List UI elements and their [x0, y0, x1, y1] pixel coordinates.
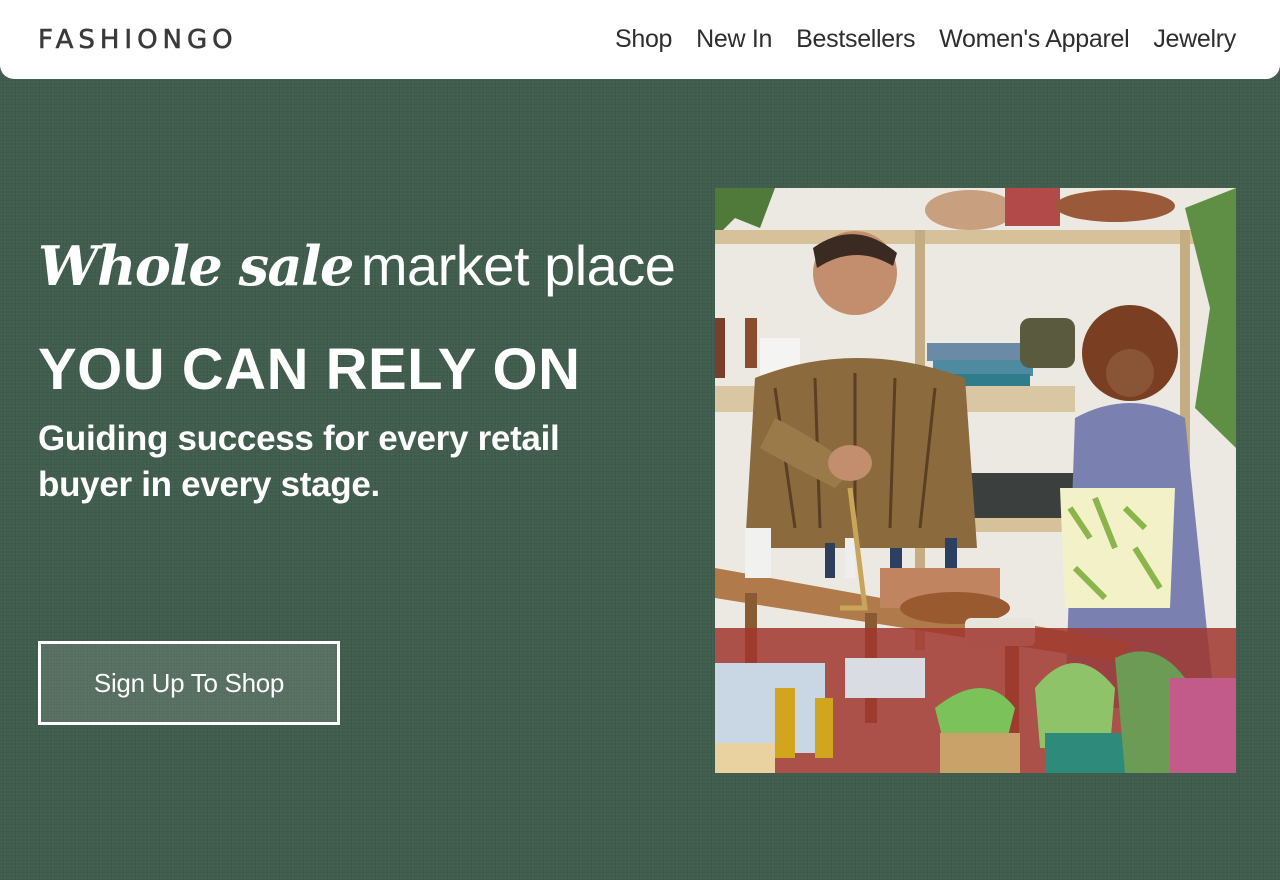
tagline-light: market place	[360, 234, 676, 297]
tagline-italic: Whole sale	[38, 234, 354, 298]
hero-tagline: Whole sale market place	[38, 226, 678, 321]
shop-photo-icon	[715, 188, 1236, 773]
hero-subline: Guiding success for every retail buyer i…	[38, 419, 560, 504]
nav-item-womens-apparel[interactable]: Women's Apparel	[939, 25, 1130, 54]
hero-headline: YOU CAN RELY ON	[38, 337, 581, 402]
nav-item-shop[interactable]: Shop	[615, 25, 672, 54]
nav-item-new-in[interactable]: New In	[696, 25, 772, 54]
site-header: FASHIONGO Shop New In Bestsellers Women'…	[0, 0, 1280, 79]
nav-item-jewelry[interactable]: Jewelry	[1153, 25, 1236, 54]
shop-photo	[715, 188, 1236, 773]
main-nav: Shop New In Bestsellers Women's Apparel …	[615, 25, 1236, 54]
sign-up-to-shop-button[interactable]: Sign Up To Shop	[38, 641, 340, 725]
fashiongo-logo[interactable]: FASHIONGO	[38, 24, 238, 55]
nav-item-bestsellers[interactable]: Bestsellers	[796, 25, 915, 54]
